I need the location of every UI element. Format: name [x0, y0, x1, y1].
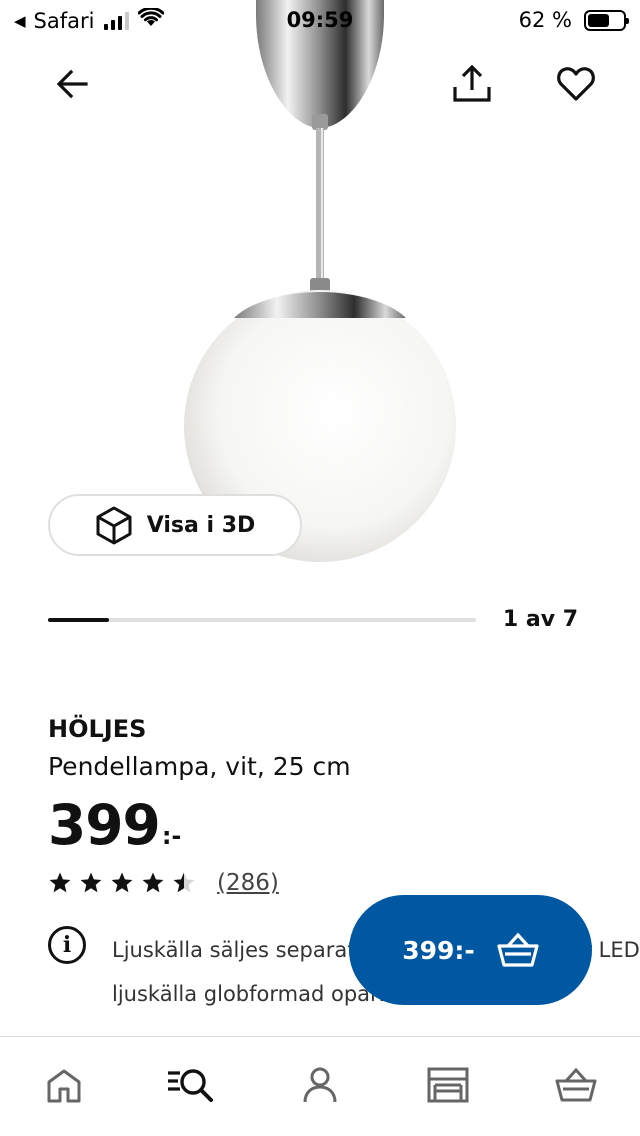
star-icon [173, 872, 195, 893]
heart-icon [557, 67, 595, 101]
basket-icon [497, 932, 539, 967]
add-to-cart-price: 399:- [402, 935, 475, 965]
store-icon [427, 1067, 469, 1103]
tab-search[interactable] [166, 1061, 214, 1109]
share-button[interactable] [448, 60, 496, 108]
status-bar: ◀ Safari 09:59 62 % [0, 0, 640, 40]
price-amount: 399 [48, 793, 161, 857]
rating-count[interactable]: (286) [217, 870, 279, 896]
carousel-progress [48, 618, 476, 622]
battery-percent: 62 % [518, 8, 572, 32]
tab-cart[interactable] [552, 1061, 600, 1109]
basket-icon [555, 1067, 597, 1102]
star-icon [49, 872, 71, 893]
product-rating[interactable]: (286) [48, 870, 279, 896]
share-icon [453, 64, 491, 102]
view-3d-button[interactable]: Visa i 3D [48, 494, 302, 556]
battery-status: 62 % [518, 8, 629, 32]
tab-profile[interactable] [296, 1061, 344, 1109]
carousel-counter: 1 av 7 [502, 607, 578, 632]
profile-icon [303, 1067, 337, 1103]
product-name: HÖLJES [48, 715, 147, 743]
product-image[interactable] [0, 0, 640, 580]
info-icon: i [48, 926, 86, 964]
bottom-tab-bar [0, 1036, 640, 1136]
product-price: 399 :- [48, 793, 181, 857]
tab-stores[interactable] [424, 1061, 472, 1109]
star-icon [142, 872, 164, 893]
battery-icon [584, 9, 629, 31]
cube-icon [96, 506, 132, 545]
star-icon [111, 872, 133, 893]
star-icon [80, 872, 102, 893]
search-icon [168, 1069, 213, 1102]
favorite-button[interactable] [552, 60, 600, 108]
rating-stars [48, 871, 196, 895]
arrow-left-icon [56, 69, 88, 99]
carousel-progress-fill [48, 618, 110, 622]
view-3d-label: Visa i 3D [146, 512, 256, 538]
price-suffix: :- [161, 822, 182, 850]
tab-home[interactable] [40, 1061, 88, 1109]
add-to-cart-button[interactable]: 399:- [349, 895, 592, 1005]
back-button[interactable] [48, 60, 96, 108]
product-description: Pendellampa, vit, 25 cm [48, 752, 351, 781]
home-icon [47, 1069, 81, 1103]
